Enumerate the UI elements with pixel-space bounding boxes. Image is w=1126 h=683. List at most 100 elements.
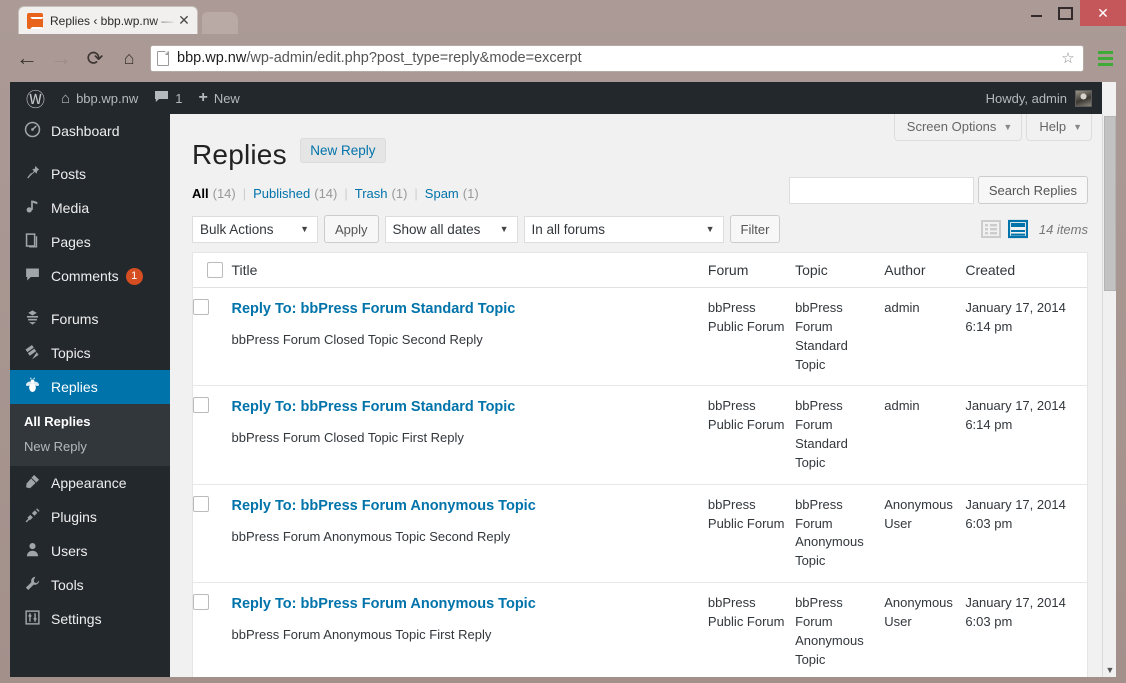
sidebar-item-settings[interactable]: Settings [10,602,170,636]
th-author[interactable]: Author [884,253,966,288]
row-title-link[interactable]: Reply To: bbPress Forum Standard Topic [232,399,516,415]
sidebar-item-plugins[interactable]: Plugins [10,500,170,534]
row-title-link[interactable]: Reply To: bbPress Forum Standard Topic [232,301,516,317]
filter-published-count: (14) [314,186,338,201]
filter-trash-count: (1) [391,186,408,201]
table-row[interactable]: Reply To: bbPress Forum Standard Topic bb… [193,287,1087,387]
filter-spam-link[interactable]: Spam [425,186,459,201]
add-new-reply-button[interactable]: New Reply [300,138,386,163]
sidebar-item-posts[interactable]: Posts [10,157,170,191]
sidebar-item-media[interactable]: Media [10,191,170,225]
forum-filter-select[interactable]: In all forums ▼ [523,215,724,243]
sidebar-item-label: Topics [51,345,91,361]
row-checkbox-cell [193,385,232,485]
back-icon[interactable]: ← [10,41,44,75]
row-topic: bbPress Forum Standard Topic [795,385,885,485]
row-checkbox[interactable] [193,495,209,512]
row-title-cell: Reply To: bbPress Forum Standard Topic bb… [231,385,708,485]
table-row[interactable]: Reply To: bbPress Forum Anonymous Topic b… [193,582,1087,677]
tab-close-icon[interactable]: ✕ [177,13,191,28]
sidebar-item-comments[interactable]: Comments 1 [10,259,170,293]
site-name-menu[interactable]: ⌂ bbp.wp.nw [53,82,146,114]
th-title[interactable]: Title [231,253,708,288]
minimize-button[interactable] [1022,0,1051,26]
sidebar-item-forums[interactable]: Forums [10,302,170,336]
sidebar-item-replies[interactable]: Replies [10,370,178,404]
wp-admin-bar: Ⓦ ⌂ bbp.wp.nw 1 + New Howdy, admin [10,82,1102,114]
new-tab-button[interactable] [202,12,238,34]
browser-menu-icon[interactable] [1092,43,1118,73]
filter-all[interactable]: All (14) | [192,186,253,201]
page-scrollbar[interactable]: ▼ [1102,114,1116,677]
wp-logo-menu[interactable]: Ⓦ [10,82,53,114]
reload-icon[interactable]: ⟳ [78,41,112,75]
table-row[interactable]: Reply To: bbPress Forum Standard Topic bb… [193,385,1087,485]
screen-options-tab[interactable]: Screen Options ▼ [893,114,1023,141]
home-icon: ⌂ [61,89,71,107]
row-created-time: 6:14 pm [965,417,1013,433]
search-input[interactable] [788,176,974,204]
chevron-down-icon: ▼ [1073,121,1082,132]
filter-all-link[interactable]: All [192,186,209,201]
table-row[interactable]: Reply To: bbPress Forum Anonymous Topic b… [193,484,1087,584]
comments-bubble[interactable]: 1 [146,82,190,114]
row-author: Anonymous User [884,484,966,584]
sidebar-item-appearance[interactable]: Appearance [10,466,170,500]
filter-spam[interactable]: Spam (1) [425,186,479,201]
row-checkbox[interactable] [193,299,209,315]
browser-toolbar: ← → ⟳ ⌂ bbp.wp.nw/wp-admin/edit.php?post… [0,34,1126,82]
list-view-icon[interactable] [980,219,1001,239]
row-forum: bbPress Public Forum [707,484,796,584]
filter-published-link[interactable]: Published [253,186,310,201]
sidebar-separator [10,148,170,157]
submenu-item-all-replies[interactable]: All Replies [10,409,170,434]
row-excerpt: bbPress Forum Anonymous Topic First Repl… [231,627,492,643]
new-content-menu[interactable]: + New [190,82,247,114]
th-checkbox [193,253,232,288]
view-switch: 14 items [980,219,1088,239]
sidebar-item-pages[interactable]: Pages [10,225,170,259]
home-icon[interactable]: ⌂ [112,41,146,75]
filter-published[interactable]: Published (14) | [253,186,355,201]
th-forum[interactable]: Forum [707,253,796,288]
browser-tabstrip: Replies ‹ bbp.wp.nw — W ✕ ✕ [0,0,1126,34]
page-scrollbar-thumb[interactable] [1104,116,1116,291]
filter-trash[interactable]: Trash (1) | [355,186,425,201]
date-filter-select[interactable]: Show all dates ▼ [384,215,518,243]
row-checkbox[interactable] [193,594,209,611]
th-created[interactable]: Created [965,253,1087,288]
filter-trash-link[interactable]: Trash [355,186,388,201]
row-checkbox[interactable] [193,397,209,414]
row-title-link[interactable]: Reply To: bbPress Forum Anonymous Topic [232,596,536,612]
bulk-actions-select[interactable]: Bulk Actions ▼ [192,215,318,243]
maximize-button[interactable] [1051,0,1080,26]
comment-bubble-icon [154,90,169,106]
table-header-row: Title Forum Topic Author Created [193,253,1087,288]
sidebar-item-label: Users [51,543,88,559]
chevron-down-icon: ▼ [499,224,509,234]
sidebar-item-tools[interactable]: Tools [10,568,170,602]
sliders-icon [22,609,42,630]
apply-button[interactable]: Apply [324,215,379,243]
excerpt-view-icon[interactable] [1007,219,1028,239]
browser-tab[interactable]: Replies ‹ bbp.wp.nw — W ✕ [18,6,198,34]
select-all-checkbox[interactable] [207,262,223,278]
sidebar-item-users[interactable]: Users [10,534,170,568]
row-topic: bbPress Forum Anonymous Topic [795,582,885,677]
search-submit-button[interactable]: Search Replies [977,176,1088,204]
submenu-item-new-reply[interactable]: New Reply [10,434,170,459]
sidebar-item-topics[interactable]: Topics [10,336,170,370]
close-button[interactable]: ✕ [1080,0,1126,26]
row-title-link[interactable]: Reply To: bbPress Forum Anonymous Topic [232,498,536,514]
forward-icon[interactable]: → [44,41,78,75]
address-bar[interactable]: bbp.wp.nw/wp-admin/edit.php?post_type=re… [150,44,1084,72]
help-tab[interactable]: Help ▼ [1026,114,1092,141]
bookmark-star-icon[interactable]: ☆ [1059,49,1077,67]
sidebar-item-dashboard[interactable]: Dashboard [10,114,170,148]
th-topic[interactable]: Topic [795,253,885,288]
new-label: New [213,90,240,106]
scroll-down-arrow-icon[interactable]: ▼ [1103,665,1116,675]
filter-button[interactable]: Filter [729,215,781,243]
my-account-menu[interactable]: Howdy, admin [986,89,1102,107]
address-bar-url: bbp.wp.nw/wp-admin/edit.php?post_type=re… [177,50,1059,66]
